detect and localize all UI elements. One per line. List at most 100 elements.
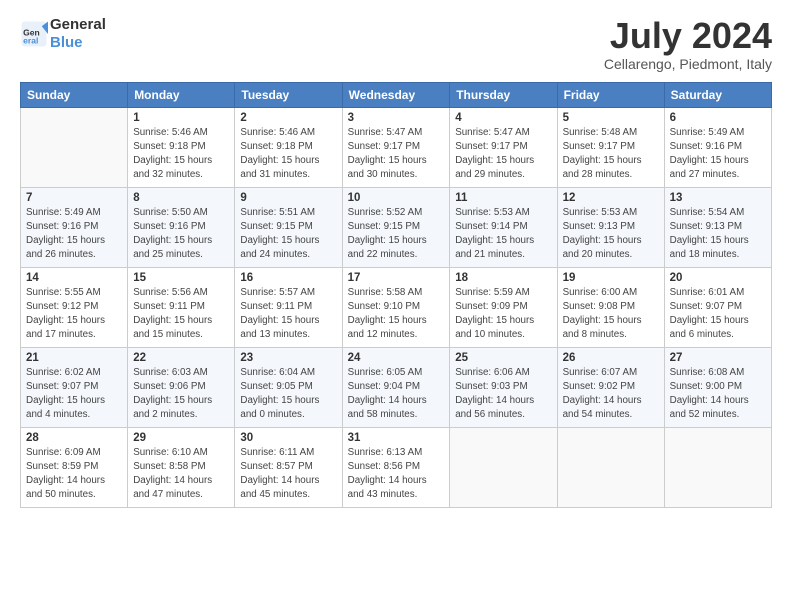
logo-text: General Blue xyxy=(50,16,106,52)
day-cell: 15Sunrise: 5:56 AMSunset: 9:11 PMDayligh… xyxy=(128,267,235,347)
day-number: 29 xyxy=(133,432,229,444)
day-number: 13 xyxy=(670,192,766,204)
day-info: Sunrise: 5:50 AMSunset: 9:16 PMDaylight:… xyxy=(133,206,229,263)
day-cell: 30 Sunrise: 6:11 AMSunset: 8:57 PMDayligh… xyxy=(235,427,342,507)
week-row-5: 28 Sunrise: 6:09 AMSunset: 8:59 PMDayligh… xyxy=(21,427,772,507)
col-header-friday: Friday xyxy=(557,82,664,107)
day-info: Sunrise: 6:00 AMSunset: 9:08 PMDaylight:… xyxy=(563,286,659,343)
svg-text:eral: eral xyxy=(23,35,38,45)
day-cell: 6Sunrise: 5:49 AMSunset: 9:16 PMDaylight… xyxy=(664,107,771,187)
day-cell: 4Sunrise: 5:47 AMSunset: 9:17 PMDaylight… xyxy=(450,107,557,187)
page: Gen eral General Blue July 2024 Cellaren… xyxy=(0,0,792,612)
day-cell xyxy=(21,107,128,187)
day-cell: 5Sunrise: 5:48 AMSunset: 9:17 PMDaylight… xyxy=(557,107,664,187)
logo-line2: Blue xyxy=(50,34,106,52)
day-info: Sunrise: 6:10 AMSunset: 8:58 PMDaylight:… xyxy=(133,446,229,503)
day-number: 16 xyxy=(240,272,336,284)
day-info: Sunrise: 5:47 AMSunset: 9:17 PMDaylight:… xyxy=(348,126,445,183)
day-info: Sunrise: 6:03 AMSunset: 9:06 PMDaylight:… xyxy=(133,366,229,423)
week-row-2: 7 Sunrise: 5:49 AMSunset: 9:16 PMDaylight… xyxy=(21,187,772,267)
day-cell: 11 Sunrise: 5:53 AMSunset: 9:14 PMDayligh… xyxy=(450,187,557,267)
day-number: 1 xyxy=(133,112,229,124)
day-number: 26 xyxy=(563,352,659,364)
day-cell: 16 Sunrise: 5:57 AMSunset: 9:11 PMDayligh… xyxy=(235,267,342,347)
week-row-1: 1 Sunrise: 5:46 AMSunset: 9:18 PMDaylight… xyxy=(21,107,772,187)
day-info: Sunrise: 5:53 AMSunset: 9:13 PMDaylight:… xyxy=(563,206,659,263)
day-number: 11 xyxy=(455,192,551,204)
day-info: Sunrise: 5:49 AMSunset: 9:16 PMDaylight:… xyxy=(670,126,766,183)
day-number: 9 xyxy=(240,192,336,204)
day-cell: 21Sunrise: 6:02 AMSunset: 9:07 PMDayligh… xyxy=(21,347,128,427)
month-title: July 2024 xyxy=(604,16,772,56)
week-row-4: 21Sunrise: 6:02 AMSunset: 9:07 PMDayligh… xyxy=(21,347,772,427)
day-cell: 28 Sunrise: 6:09 AMSunset: 8:59 PMDayligh… xyxy=(21,427,128,507)
day-cell: 29 Sunrise: 6:10 AMSunset: 8:58 PMDayligh… xyxy=(128,427,235,507)
day-cell: 23Sunrise: 6:04 AMSunset: 9:05 PMDayligh… xyxy=(235,347,342,427)
day-info: Sunrise: 6:11 AMSunset: 8:57 PMDaylight:… xyxy=(240,446,336,503)
day-number: 31 xyxy=(348,432,445,444)
title-block: July 2024 Cellarengo, Piedmont, Italy xyxy=(604,16,772,72)
day-number: 7 xyxy=(26,192,122,204)
day-cell xyxy=(450,427,557,507)
day-info: Sunrise: 5:55 AMSunset: 9:12 PMDaylight:… xyxy=(26,286,122,343)
day-cell: 24Sunrise: 6:05 AMSunset: 9:04 PMDayligh… xyxy=(342,347,450,427)
day-info: Sunrise: 5:59 AMSunset: 9:09 PMDaylight:… xyxy=(455,286,551,343)
day-info: Sunrise: 5:53 AMSunset: 9:14 PMDaylight:… xyxy=(455,206,551,263)
day-number: 18 xyxy=(455,272,551,284)
day-cell xyxy=(664,427,771,507)
day-cell: 13 Sunrise: 5:54 AMSunset: 9:13 PMDayligh… xyxy=(664,187,771,267)
day-info: Sunrise: 5:47 AMSunset: 9:17 PMDaylight:… xyxy=(455,126,551,183)
col-header-sunday: Sunday xyxy=(21,82,128,107)
calendar: SundayMondayTuesdayWednesdayThursdayFrid… xyxy=(20,82,772,508)
day-cell: 25 Sunrise: 6:06 AMSunset: 9:03 PMDayligh… xyxy=(450,347,557,427)
day-cell: 1 Sunrise: 5:46 AMSunset: 9:18 PMDaylight… xyxy=(128,107,235,187)
day-info: Sunrise: 6:09 AMSunset: 8:59 PMDaylight:… xyxy=(26,446,122,503)
day-number: 2 xyxy=(240,112,336,124)
day-info: Sunrise: 5:46 AMSunset: 9:18 PMDaylight:… xyxy=(133,126,229,183)
day-cell: 31 Sunrise: 6:13 AMSunset: 8:56 PMDayligh… xyxy=(342,427,450,507)
day-cell: 22 Sunrise: 6:03 AMSunset: 9:06 PMDayligh… xyxy=(128,347,235,427)
day-info: Sunrise: 6:02 AMSunset: 9:07 PMDaylight:… xyxy=(26,366,122,423)
day-number: 10 xyxy=(348,192,445,204)
day-number: 24 xyxy=(348,352,445,364)
day-number: 5 xyxy=(563,112,659,124)
day-cell: 19 Sunrise: 6:00 AMSunset: 9:08 PMDayligh… xyxy=(557,267,664,347)
day-number: 14 xyxy=(26,272,122,284)
day-cell: 10Sunrise: 5:52 AMSunset: 9:15 PMDayligh… xyxy=(342,187,450,267)
day-cell: 3 Sunrise: 5:47 AMSunset: 9:17 PMDaylight… xyxy=(342,107,450,187)
col-header-monday: Monday xyxy=(128,82,235,107)
header: Gen eral General Blue July 2024 Cellaren… xyxy=(20,16,772,72)
day-info: Sunrise: 5:57 AMSunset: 9:11 PMDaylight:… xyxy=(240,286,336,343)
col-header-wednesday: Wednesday xyxy=(342,82,450,107)
day-number: 27 xyxy=(670,352,766,364)
day-info: Sunrise: 5:54 AMSunset: 9:13 PMDaylight:… xyxy=(670,206,766,263)
day-cell: 14 Sunrise: 5:55 AMSunset: 9:12 PMDayligh… xyxy=(21,267,128,347)
logo-line1: General xyxy=(50,16,106,34)
day-number: 15 xyxy=(133,272,229,284)
day-number: 8 xyxy=(133,192,229,204)
day-number: 25 xyxy=(455,352,551,364)
col-header-tuesday: Tuesday xyxy=(235,82,342,107)
week-row-3: 14 Sunrise: 5:55 AMSunset: 9:12 PMDayligh… xyxy=(21,267,772,347)
day-cell: 2Sunrise: 5:46 AMSunset: 9:18 PMDaylight… xyxy=(235,107,342,187)
col-header-saturday: Saturday xyxy=(664,82,771,107)
day-cell xyxy=(557,427,664,507)
day-info: Sunrise: 5:51 AMSunset: 9:15 PMDaylight:… xyxy=(240,206,336,263)
day-info: Sunrise: 6:06 AMSunset: 9:03 PMDaylight:… xyxy=(455,366,551,423)
day-info: Sunrise: 5:49 AMSunset: 9:16 PMDaylight:… xyxy=(26,206,122,263)
day-number: 3 xyxy=(348,112,445,124)
day-number: 19 xyxy=(563,272,659,284)
day-info: Sunrise: 6:01 AMSunset: 9:07 PMDaylight:… xyxy=(670,286,766,343)
day-cell: 27 Sunrise: 6:08 AMSunset: 9:00 PMDayligh… xyxy=(664,347,771,427)
day-number: 22 xyxy=(133,352,229,364)
header-row: SundayMondayTuesdayWednesdayThursdayFrid… xyxy=(21,82,772,107)
day-info: Sunrise: 6:04 AMSunset: 9:05 PMDaylight:… xyxy=(240,366,336,423)
day-info: Sunrise: 6:13 AMSunset: 8:56 PMDaylight:… xyxy=(348,446,445,503)
day-cell: 8 Sunrise: 5:50 AMSunset: 9:16 PMDaylight… xyxy=(128,187,235,267)
day-number: 30 xyxy=(240,432,336,444)
day-cell: 12Sunrise: 5:53 AMSunset: 9:13 PMDayligh… xyxy=(557,187,664,267)
day-cell: 7 Sunrise: 5:49 AMSunset: 9:16 PMDaylight… xyxy=(21,187,128,267)
day-info: Sunrise: 6:08 AMSunset: 9:00 PMDaylight:… xyxy=(670,366,766,423)
location-title: Cellarengo, Piedmont, Italy xyxy=(604,56,772,72)
day-number: 28 xyxy=(26,432,122,444)
